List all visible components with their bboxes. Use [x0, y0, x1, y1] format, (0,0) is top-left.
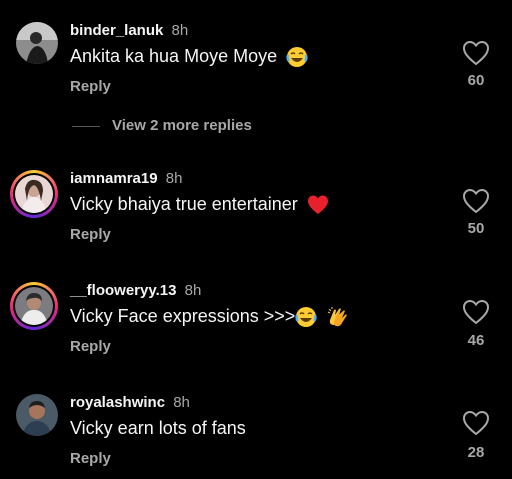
avatar-image [15, 287, 53, 325]
comment-text: Ankita ka hua Moye Moye [70, 46, 308, 68]
heart-outline-icon[interactable] [462, 410, 490, 436]
like-count: 28 [467, 444, 485, 461]
username[interactable]: __flooweryy.13 [70, 282, 176, 299]
like-count: 50 [467, 220, 485, 237]
timestamp: 8h [184, 282, 202, 299]
timestamp: 8h [171, 22, 189, 39]
comment-text-content: Vicky bhaiya true entertainer [70, 194, 298, 214]
reply-button[interactable]: Reply [70, 226, 111, 243]
reply-button[interactable]: Reply [70, 78, 111, 95]
heart-outline-icon[interactable] [462, 299, 490, 325]
heart-outline-icon[interactable] [462, 40, 490, 66]
reply-button[interactable]: Reply [70, 338, 111, 355]
comment-text: Vicky earn lots of fans [70, 418, 246, 439]
heart-outline-icon[interactable] [462, 188, 490, 214]
avatar-image [16, 394, 58, 436]
comment-text-content: Ankita ka hua Moye Moye [70, 46, 278, 66]
username[interactable]: royalashwinc [70, 394, 165, 411]
reply-button[interactable]: Reply [70, 450, 111, 467]
comment-text-content: Vicky Face expressions >>> [70, 306, 296, 326]
avatar-image [16, 22, 58, 64]
avatar[interactable] [16, 394, 58, 436]
view-more-label: View 2 more replies [112, 117, 252, 134]
comment-text: Vicky Face expressions >>> [70, 306, 348, 328]
comment-text-content: Vicky earn lots of fans [70, 418, 246, 438]
avatar[interactable] [10, 170, 58, 218]
joy-emoji [286, 47, 308, 68]
timestamp: 8h [165, 170, 183, 187]
like-count: 46 [467, 332, 485, 349]
avatar[interactable] [10, 282, 58, 330]
view-more-replies[interactable]: View 2 more replies [72, 117, 252, 134]
comment-text: Vicky bhaiya true entertainer [70, 194, 329, 216]
avatar[interactable] [16, 22, 58, 64]
like-count: 60 [467, 72, 485, 89]
joy-emoji [295, 307, 317, 328]
divider-line [72, 125, 100, 127]
red-heart-emoji [307, 195, 328, 215]
clapping-hands-emoji [328, 307, 348, 327]
username[interactable]: iamnamra19 [70, 170, 158, 187]
timestamp: 8h [173, 394, 190, 411]
avatar-image [15, 175, 53, 213]
username[interactable]: binder_lanuk [70, 22, 163, 39]
